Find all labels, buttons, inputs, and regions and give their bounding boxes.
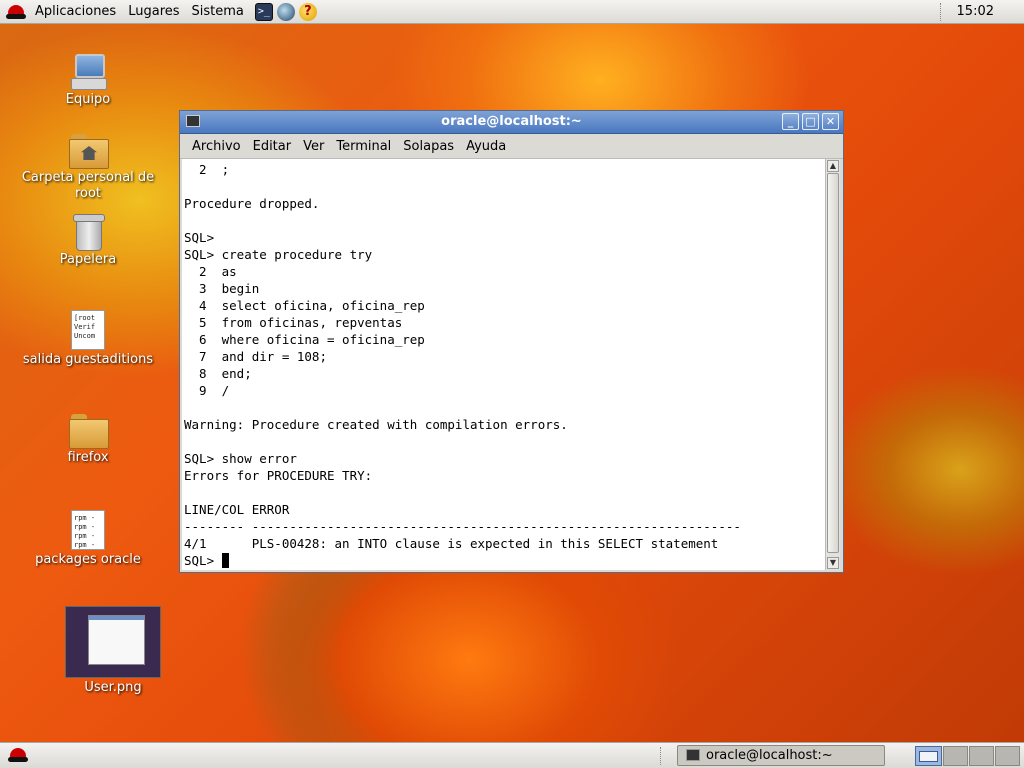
trash-icon	[73, 212, 105, 251]
desktop-icon-label: Equipo	[65, 92, 111, 107]
panel-separator	[660, 747, 661, 765]
help-launcher-icon[interactable]: ?	[298, 2, 317, 21]
terminal-text: 2 ; Procedure dropped. SQL> SQL> create …	[184, 162, 741, 568]
menu-sistema[interactable]: Sistema	[187, 4, 249, 19]
workspace-4[interactable]	[995, 746, 1020, 766]
workspace-3[interactable]	[969, 746, 994, 766]
scrollbar-thumb[interactable]	[827, 173, 839, 553]
folder-icon	[69, 412, 109, 449]
home-folder-icon	[69, 132, 109, 169]
menu-ver[interactable]: Ver	[297, 139, 330, 154]
text-document-icon: [root Verif Uncom	[71, 310, 105, 350]
terminal-output[interactable]: 2 ; Procedure dropped. SQL> SQL> create …	[182, 159, 825, 570]
desktop-icon-packages[interactable]: rpm - rpm - rpm - rpm - packages oracle	[13, 510, 163, 568]
desktop-icon-firefox[interactable]: firefox	[13, 412, 163, 466]
maximize-button[interactable]: □	[802, 113, 819, 130]
menu-terminal[interactable]: Terminal	[330, 139, 397, 154]
terminal-window-icon[interactable]	[186, 115, 200, 127]
terminal-launcher-icon[interactable]: >_	[254, 2, 273, 21]
workspace-1[interactable]	[915, 746, 942, 766]
taskbar-window-button[interactable]: oracle@localhost:~	[677, 745, 885, 766]
desktop-icon-label: Carpeta personal de root	[21, 170, 155, 201]
top-panel: Aplicaciones Lugares Sistema >_ ? 15:02	[0, 0, 1024, 24]
desktop-icon-label: packages oracle	[35, 552, 141, 567]
menu-solapas[interactable]: Solapas	[397, 139, 460, 154]
browser-launcher-icon[interactable]	[276, 2, 295, 21]
menu-aplicaciones[interactable]: Aplicaciones	[30, 4, 121, 19]
desktop-icon-label: User.png	[84, 680, 142, 695]
show-desktop-icon[interactable]	[8, 746, 28, 764]
close-button[interactable]: ✕	[822, 113, 839, 130]
redhat-logo-icon[interactable]	[6, 3, 26, 21]
desktop-icon-home-folder[interactable]: Carpeta personal de root	[13, 132, 163, 202]
desktop-icon-salida[interactable]: [root Verif Uncom salida guestaditions	[13, 310, 163, 368]
panel-separator	[939, 2, 943, 21]
scroll-up-arrow-icon[interactable]: ▲	[827, 160, 839, 172]
desktop-icon-label: Papelera	[59, 252, 117, 267]
desktop-icon-equipo[interactable]: Equipo	[13, 52, 163, 108]
computer-icon	[69, 52, 107, 90]
desktop-icon-label: salida guestaditions	[22, 352, 154, 367]
window-title-bar[interactable]: oracle@localhost:~ _ □ ✕	[180, 111, 843, 134]
menu-editar[interactable]: Editar	[247, 139, 298, 154]
clock[interactable]: 15:02	[957, 4, 1024, 19]
vertical-scrollbar[interactable]: ▲ ▼	[825, 159, 840, 570]
desktop-icon-label: firefox	[67, 450, 109, 465]
menu-archivo[interactable]: Archivo	[186, 139, 247, 154]
terminal-cursor	[221, 553, 229, 568]
window-title: oracle@localhost:~	[441, 114, 582, 129]
image-thumbnail-icon	[65, 606, 161, 678]
scroll-down-arrow-icon[interactable]: ▼	[827, 557, 839, 569]
text-document-icon: rpm - rpm - rpm - rpm -	[71, 510, 105, 550]
workspace-2[interactable]	[943, 746, 968, 766]
bottom-panel: oracle@localhost:~	[0, 742, 1024, 768]
menu-lugares[interactable]: Lugares	[123, 4, 184, 19]
workspace-switcher[interactable]	[915, 746, 1021, 766]
menu-ayuda[interactable]: Ayuda	[460, 139, 512, 154]
taskbar-window-label: oracle@localhost:~	[706, 748, 833, 763]
desktop-icon-user-png[interactable]: User.png	[38, 606, 188, 696]
terminal-window-icon	[686, 749, 700, 761]
minimize-button[interactable]: _	[782, 113, 799, 130]
terminal-window[interactable]: oracle@localhost:~ _ □ ✕ Archivo Editar …	[179, 110, 844, 573]
desktop-icon-papelera[interactable]: Papelera	[13, 212, 163, 268]
terminal-menu-bar: Archivo Editar Ver Terminal Solapas Ayud…	[180, 134, 843, 159]
